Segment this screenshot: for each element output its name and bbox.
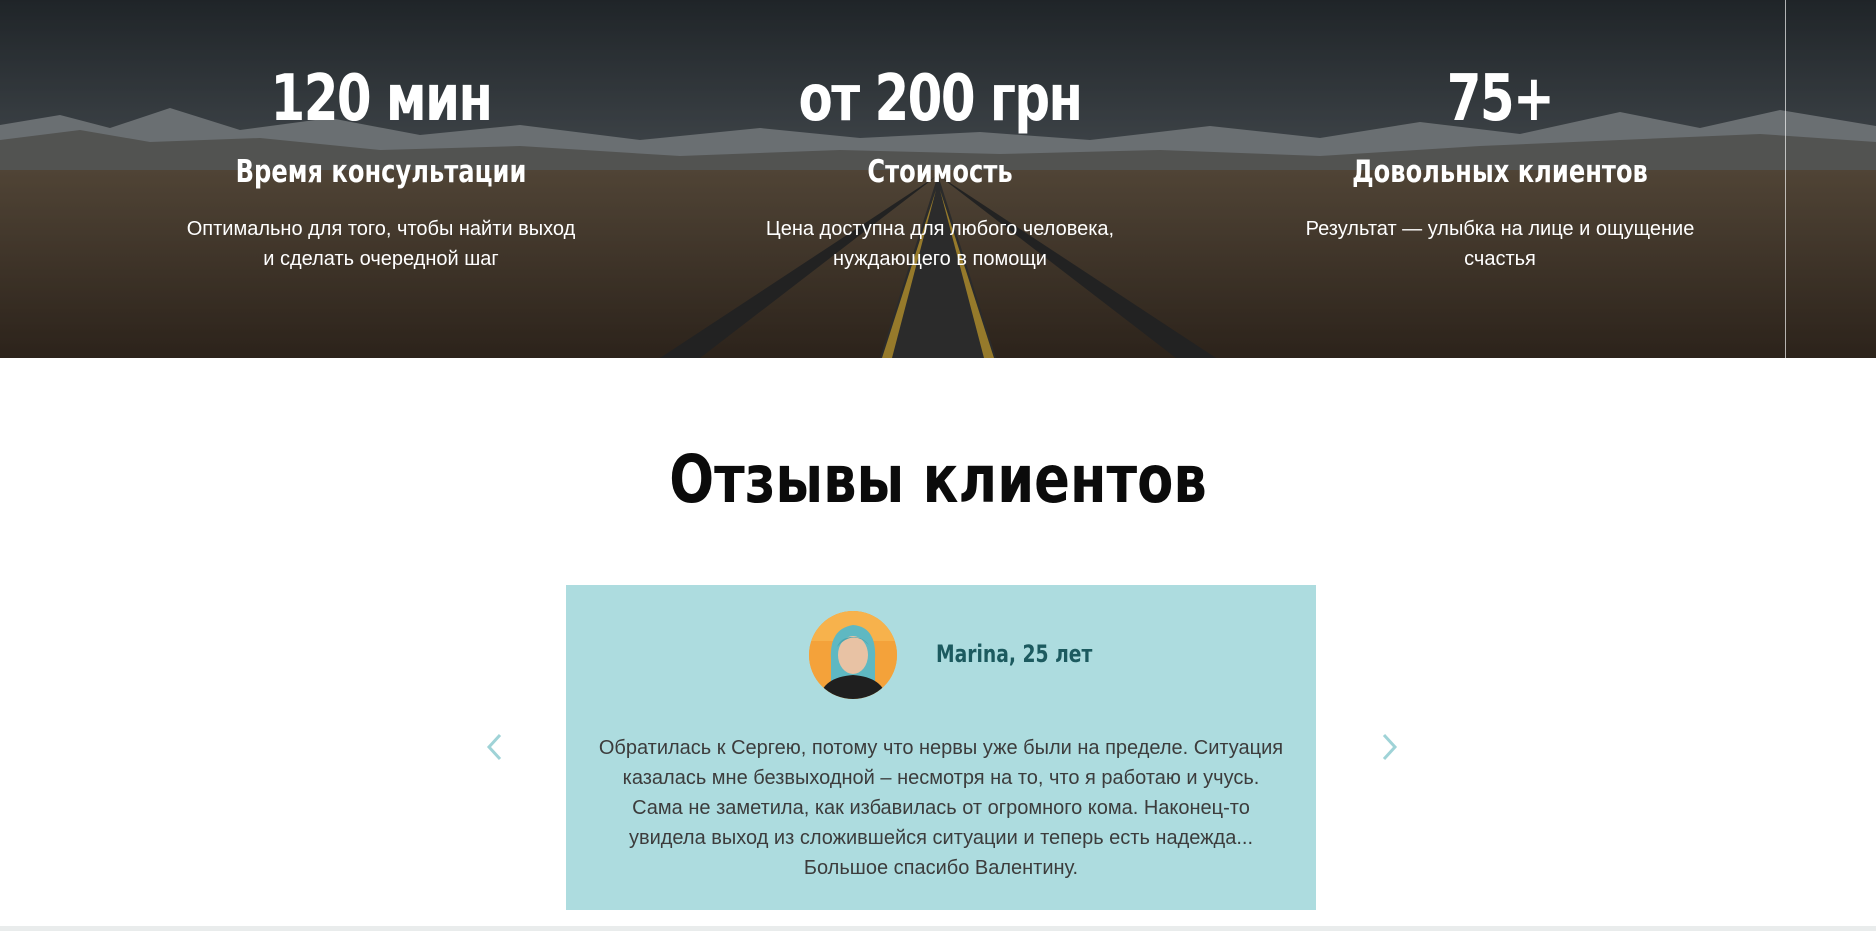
reviews-title: Отзывы клиентов	[669, 441, 1207, 518]
chevron-left-icon	[486, 733, 502, 761]
stat-description: Оптимально для того, чтобы найти выход и…	[186, 218, 576, 270]
stat-value: 75+	[1446, 62, 1555, 136]
stat-value: от 200 грн	[798, 62, 1083, 136]
chevron-right-icon	[1382, 733, 1398, 761]
review-author: Marina, 25 лет	[936, 640, 1093, 668]
review-card: Marina, 25 лет Обратилась к Сергею, пото…	[566, 585, 1316, 910]
reviewer-photo	[809, 611, 897, 699]
stat-price: от 200 грн Стоимость Цена доступна для л…	[720, 58, 1160, 274]
stat-happy-clients: 75+ Довольных клиентов Результат — улыбк…	[1280, 58, 1720, 274]
vertical-divider	[1785, 0, 1786, 358]
avatar	[809, 611, 897, 699]
stats-section: 120 мин Время консультации Оптимально дл…	[0, 0, 1876, 358]
stat-consultation-time: 120 мин Время консультации Оптимально дл…	[161, 58, 601, 274]
stat-description: Цена доступна для любого человека, нужда…	[765, 218, 1115, 270]
review-text: Обратилась к Сергею, потому что нервы уж…	[598, 737, 1284, 879]
carousel-prev-button[interactable]	[482, 729, 506, 765]
stat-label: Стоимость	[867, 154, 1013, 190]
stat-label: Время консультации	[235, 154, 527, 190]
carousel-next-button[interactable]	[1378, 729, 1402, 765]
stat-description: Результат — улыбка на лице и ощущение сч…	[1305, 218, 1695, 270]
stat-value: 120 мин	[270, 62, 493, 136]
stat-label: Довольных клиентов	[1352, 154, 1648, 190]
bottom-strip	[0, 926, 1876, 931]
